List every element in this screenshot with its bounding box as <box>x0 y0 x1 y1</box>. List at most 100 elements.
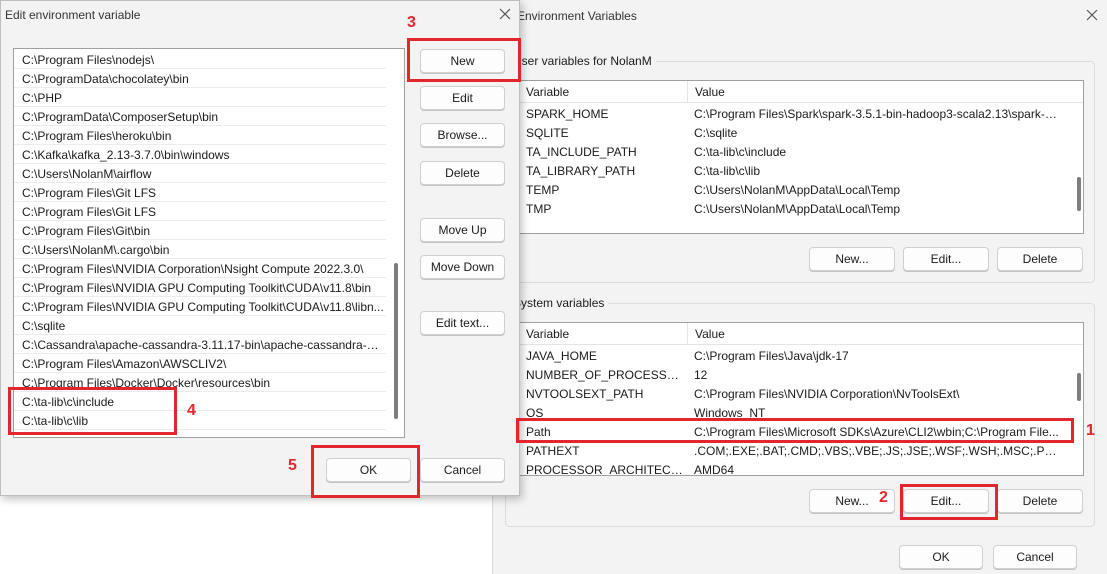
step-2-label: 2 <box>879 489 888 506</box>
path-item[interactable]: C:\Program Files\NVIDIA GPU Computing To… <box>14 297 386 316</box>
close-icon[interactable] <box>498 7 512 21</box>
path-text: C:\ProgramData\ComposerSetup\bin <box>22 110 219 124</box>
table-row[interactable]: PATHEXT .COM;.EXE;.BAT;.CMD;.VBS;.VBE;.JS… <box>518 442 1067 461</box>
header-value[interactable]: Value <box>695 85 725 99</box>
browse-button[interactable]: Browse... <box>420 123 505 147</box>
variable-name: TA_INCLUDE_PATH <box>526 145 637 159</box>
path-text: C:\Cassandra\apache-cassandra-3.11.17-bi… <box>22 338 384 352</box>
path-text: C:\Program Files\Git\bin <box>22 224 151 238</box>
variable-value: C:\Program Files\Spark\spark-3.5.1-bin-h… <box>694 107 1060 121</box>
path-text: C:\sqlite <box>22 319 66 333</box>
path-text: C:\Program Files\Git LFS <box>22 186 157 200</box>
step-4-label: 4 <box>187 402 196 419</box>
variable-value: C:\Users\NolanM\AppData\Local\Temp <box>694 183 901 197</box>
table-row[interactable]: SQLITE C:\sqlite <box>518 124 1067 143</box>
table-row[interactable]: NVTOOLSEXT_PATH C:\Program Files\NVIDIA C… <box>518 385 1067 404</box>
path-text: C:\Users\NolanM\.cargo\bin <box>22 243 170 257</box>
path-item[interactable]: C:\Program Files\NVIDIA GPU Computing To… <box>14 278 386 297</box>
variable-value: C:\sqlite <box>694 126 738 140</box>
table-row[interactable]: TA_LIBRARY_PATH C:\ta-lib\c\lib <box>518 162 1067 181</box>
path-list[interactable]: C:\Program Files\nodejs\ C:\ProgramData\c… <box>13 48 405 438</box>
path-text: C:\Program Files\NVIDIA GPU Computing To… <box>22 281 372 295</box>
variable-value: C:\Program Files\Java\jdk-17 <box>694 349 849 363</box>
header-variable[interactable]: Variable <box>526 85 686 99</box>
variable-name: PROCESSOR_ARCHITECTURE <box>526 463 686 476</box>
path-text: C:\Program Files\NVIDIA Corporation\Nsig… <box>22 262 364 276</box>
path-item[interactable]: C:\Program Files\Git\bin <box>14 221 386 240</box>
variable-value: AMD64 <box>694 463 735 476</box>
variable-value: C:\Program Files\NVIDIA Corporation\NvTo… <box>694 387 960 401</box>
variable-value: 12 <box>694 368 708 382</box>
step-5-label: 5 <box>288 457 297 474</box>
scrollbar[interactable] <box>394 263 398 419</box>
path-text: C:\Program Files\Amazon\AWSCLIV2\ <box>22 357 227 371</box>
table-row[interactable]: TMP C:\Users\NolanM\AppData\Local\Temp <box>518 200 1067 219</box>
variable-name: NUMBER_OF_PROCESSORS <box>526 368 686 382</box>
table-row[interactable]: NUMBER_OF_PROCESSORS 12 <box>518 366 1067 385</box>
table-row[interactable]: TA_INCLUDE_PATH C:\ta-lib\c\include <box>518 143 1067 162</box>
system-delete-button[interactable]: Delete <box>997 489 1083 513</box>
path-text: C:\ProgramData\chocolatey\bin <box>22 72 189 86</box>
path-item[interactable]: C:\Kafka\kafka_2.13-3.7.0\bin\windows <box>14 145 386 164</box>
path-text: C:\Program Files\Git LFS <box>22 205 157 219</box>
variable-name: TA_LIBRARY_PATH <box>526 164 636 178</box>
edit-text-button[interactable]: Edit text... <box>420 311 505 335</box>
path-item[interactable]: C:\Cassandra\apache-cassandra-3.11.17-bi… <box>14 335 386 354</box>
user-variables-table[interactable]: Variable Value SPARK_HOME C:\Program File… <box>517 80 1084 234</box>
highlight-new-paths <box>8 387 177 435</box>
table-row[interactable]: TEMP C:\Users\NolanM\AppData\Local\Temp <box>518 181 1067 200</box>
variable-name: PATHEXT <box>526 444 580 458</box>
scrollbar[interactable] <box>1077 177 1081 211</box>
path-item[interactable]: C:\Users\NolanM\.cargo\bin <box>14 240 386 259</box>
variable-name: JAVA_HOME <box>526 349 597 363</box>
highlight-edit-button <box>900 484 998 520</box>
highlight-path-row <box>516 418 1074 443</box>
table-header: Variable Value <box>518 323 1083 345</box>
highlight-new-button <box>407 38 521 82</box>
table-row[interactable]: JAVA_HOME C:\Program Files\Java\jdk-17 <box>518 347 1067 366</box>
variable-name: SPARK_HOME <box>526 107 609 121</box>
path-text: C:\Program Files\heroku\bin <box>22 129 172 143</box>
variable-value: C:\Users\NolanM\AppData\Local\Temp <box>694 202 901 216</box>
path-item[interactable]: C:\Program Files\nodejs\ <box>14 50 386 69</box>
dialog-title: Edit environment variable <box>5 8 141 22</box>
variable-name: TEMP <box>526 183 560 197</box>
window-title: Environment Variables <box>517 9 637 23</box>
user-new-button[interactable]: New... <box>809 247 895 271</box>
step-1-label: 1 <box>1086 422 1095 439</box>
path-item[interactable]: C:\Program Files\heroku\bin <box>14 126 386 145</box>
path-text: C:\Program Files\nodejs\ <box>22 53 155 67</box>
variable-value: C:\ta-lib\c\lib <box>694 164 761 178</box>
close-icon[interactable] <box>1085 8 1099 22</box>
path-item[interactable]: C:\Program Files\NVIDIA Corporation\Nsig… <box>14 259 386 278</box>
cancel-button[interactable]: Cancel <box>420 458 505 482</box>
path-item[interactable]: C:\Program Files\Git LFS <box>14 183 386 202</box>
table-row[interactable]: PROCESSOR_ARCHITECTURE AMD64 <box>518 461 1067 476</box>
variable-name: NVTOOLSEXT_PATH <box>526 387 644 401</box>
move-up-button[interactable]: Move Up <box>420 218 505 242</box>
path-item[interactable]: C:\ProgramData\chocolatey\bin <box>14 69 386 88</box>
path-item[interactable]: C:\Users\NolanM\airflow <box>14 164 386 183</box>
path-item[interactable]: C:\sqlite <box>14 316 386 335</box>
variable-value: .COM;.EXE;.BAT;.CMD;.VBS;.VBE;.JS;.JSE;.… <box>694 444 1060 458</box>
path-text: C:\PHP <box>22 91 63 105</box>
delete-button[interactable]: Delete <box>420 161 505 185</box>
path-item[interactable]: C:\ProgramData\ComposerSetup\bin <box>14 107 386 126</box>
header-variable[interactable]: Variable <box>526 327 569 341</box>
path-item[interactable]: C:\Program Files\Amazon\AWSCLIV2\ <box>14 354 386 373</box>
user-edit-button[interactable]: Edit... <box>903 247 989 271</box>
cancel-button[interactable]: Cancel <box>993 545 1077 569</box>
user-delete-button[interactable]: Delete <box>997 247 1083 271</box>
system-variables-table[interactable]: Variable Value JAVA_HOME C:\Program Files… <box>517 322 1084 476</box>
variable-name: SQLITE <box>526 126 569 140</box>
variable-value: C:\ta-lib\c\include <box>694 145 787 159</box>
user-variables-label: User variables for NolanM <box>513 54 656 68</box>
table-row[interactable]: SPARK_HOME C:\Program Files\Spark\spark-3… <box>518 105 1067 124</box>
scrollbar[interactable] <box>1077 373 1081 401</box>
path-item[interactable]: C:\PHP <box>14 88 386 107</box>
move-down-button[interactable]: Move Down <box>420 255 505 279</box>
ok-button[interactable]: OK <box>899 545 983 569</box>
edit-button[interactable]: Edit <box>420 86 505 110</box>
header-value[interactable]: Value <box>695 327 725 341</box>
path-item[interactable]: C:\Program Files\Git LFS <box>14 202 386 221</box>
